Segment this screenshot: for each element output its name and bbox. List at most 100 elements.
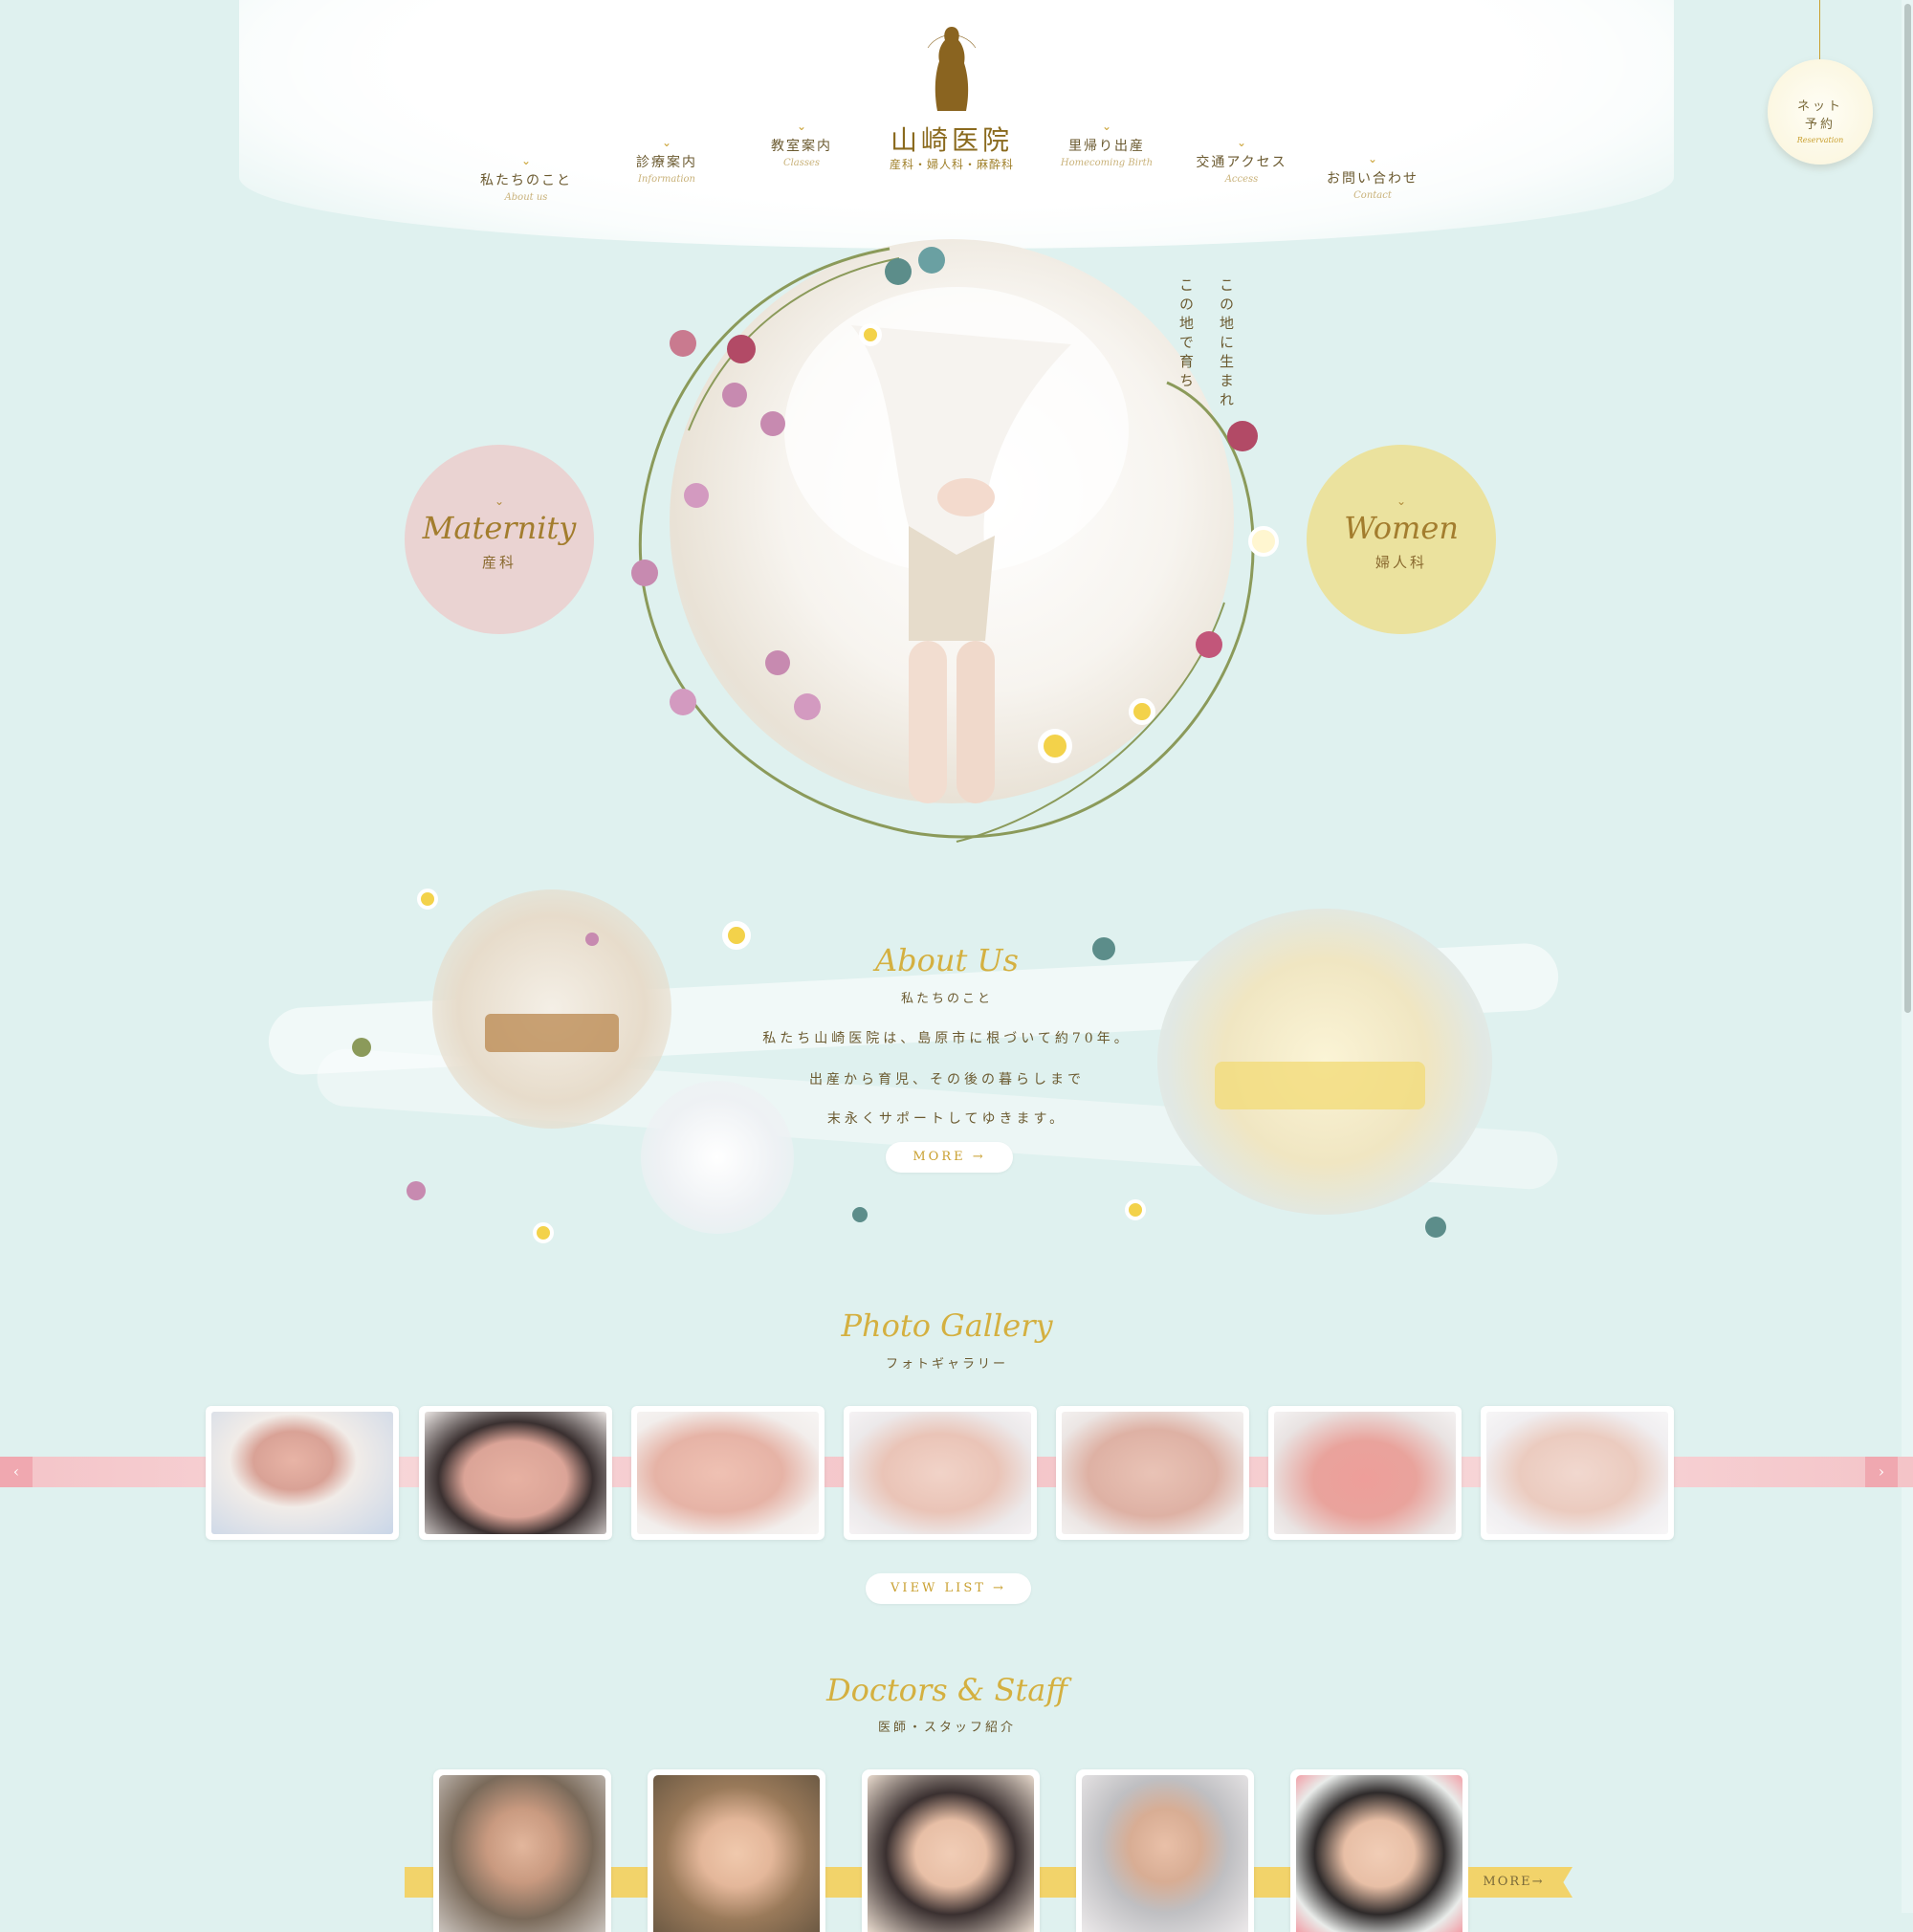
flower-icon: [765, 650, 790, 675]
gallery-photo[interactable]: [206, 1406, 399, 1540]
baby-photo: [1062, 1412, 1243, 1534]
gallery-photo[interactable]: [631, 1406, 825, 1540]
chevron-down-icon: ⌄: [1396, 494, 1407, 508]
gallery-photo[interactable]: [1056, 1406, 1249, 1540]
daisy-icon: [1038, 729, 1072, 763]
women-button[interactable]: ⌄ Women 婦人科: [1307, 445, 1496, 634]
flower-icon: [585, 933, 599, 946]
about-text-line-1: 私たち山崎医院は、島原市に根づいて約70年。: [762, 1031, 1132, 1046]
flower-icon: [1227, 421, 1258, 451]
daisy-icon: [1129, 698, 1155, 725]
nav-sublabel: Homecoming Birth: [1060, 158, 1154, 168]
scrollbar-thumb[interactable]: [1904, 4, 1911, 1013]
staff-photo: [868, 1775, 1034, 1932]
staff-card[interactable]: [862, 1769, 1040, 1932]
about-photo-consult: [641, 1081, 794, 1234]
reservation-label-en: Reservation: [1796, 136, 1844, 144]
scrollbar-track[interactable]: [1902, 0, 1913, 1913]
flower-icon: [794, 693, 821, 720]
nav-item-about[interactable]: ⌄ 私たちのこと About us: [454, 155, 598, 203]
flower-icon: [684, 483, 709, 508]
nav-item-homecoming[interactable]: ⌄ 里帰り出産 Homecoming Birth: [1035, 121, 1178, 168]
chevron-down-icon: ⌄: [520, 154, 532, 167]
view-list-button[interactable]: VIEW LIST →: [866, 1573, 1031, 1604]
staff-photo: [439, 1775, 605, 1932]
flower-icon: [852, 1207, 868, 1222]
chevron-down-icon: ⌄: [1367, 152, 1378, 165]
flower-icon: [1425, 1217, 1446, 1238]
maternity-label-en: Maternity: [422, 510, 577, 546]
flower-icon: [670, 689, 696, 715]
nav-sublabel: About us: [504, 192, 548, 203]
reservation-button[interactable]: ネット 予約 Reservation: [1768, 59, 1873, 165]
daisy-icon: [417, 889, 438, 910]
about-photo-lobby: [1157, 909, 1492, 1215]
maternity-button[interactable]: ⌄ Maternity 産科: [405, 445, 594, 634]
gallery-photo[interactable]: [1268, 1406, 1462, 1540]
nav-sublabel: Access: [1224, 174, 1259, 185]
about-title-jp: 私たちのこと: [900, 992, 993, 1006]
flower-icon: [885, 258, 912, 285]
flower-wreath-illustration: [638, 247, 1255, 843]
nav-item-information[interactable]: ⌄ 診療案内 Information: [595, 137, 738, 185]
staff-card[interactable]: [1290, 1769, 1468, 1932]
gallery-title-en: Photo Gallery: [841, 1307, 1053, 1344]
nav-label: 里帰り出産: [1068, 139, 1145, 154]
flower-icon: [722, 383, 747, 407]
staff-photo: [653, 1775, 820, 1932]
women-label-en: Women: [1344, 510, 1459, 546]
reservation-label-1: ネット: [1796, 99, 1843, 114]
flower-icon: [631, 560, 658, 586]
logo-mother-icon: [927, 27, 977, 111]
nav-sublabel: Contact: [1353, 190, 1392, 201]
logo-title[interactable]: 山崎医院: [866, 120, 1038, 158]
about-text-line-3: 末永くサポートしてゆきます。: [826, 1111, 1067, 1127]
flower-icon: [352, 1038, 371, 1057]
baby-photo: [1486, 1412, 1668, 1534]
staff-card[interactable]: [433, 1769, 611, 1932]
maternity-label-jp: 産科: [481, 554, 517, 571]
flower-icon: [918, 247, 945, 274]
nav-label: お問い合わせ: [1327, 171, 1418, 187]
lobby-seats-illustration: [1215, 1062, 1425, 1109]
nav-sublabel: Information: [637, 174, 695, 185]
logo[interactable]: [899, 19, 1004, 124]
chevron-down-icon: ⌄: [1101, 120, 1112, 133]
daisy-icon: [859, 323, 882, 346]
staff-photo: [1296, 1775, 1462, 1932]
gallery-title-jp: フォトギャラリー: [885, 1357, 1008, 1372]
baby-photo: [637, 1412, 819, 1534]
nav-label: 診療案内: [636, 155, 697, 170]
about-photo-room: [432, 889, 671, 1129]
daisy-icon: [533, 1222, 554, 1243]
chairs-illustration: [485, 1014, 619, 1052]
chevron-down-icon: ⌄: [494, 494, 505, 508]
daisy-icon: [1248, 526, 1279, 557]
baby-photo: [425, 1412, 606, 1534]
chevron-down-icon: ⌄: [1236, 136, 1247, 149]
about-more-button[interactable]: MORE →: [886, 1142, 1013, 1173]
gallery-next-arrow-icon[interactable]: ›: [1865, 1457, 1898, 1487]
flower-icon: [1092, 937, 1115, 960]
nav-label: 教室案内: [771, 139, 832, 154]
flower-icon: [727, 335, 756, 363]
gallery-photo[interactable]: [844, 1406, 1037, 1540]
nav-item-access[interactable]: ⌄ 交通アクセス Access: [1170, 137, 1313, 185]
daisy-icon: [722, 921, 751, 950]
nav-label: 交通アクセス: [1196, 155, 1287, 170]
about-title-en: About Us: [875, 942, 1019, 978]
nav-item-classes[interactable]: ⌄ 教室案内 Classes: [730, 121, 873, 168]
staff-more-button[interactable]: MORE→: [1468, 1867, 1559, 1898]
baby-photo: [1274, 1412, 1456, 1534]
staff-ribbon-end-right: [1557, 1867, 1572, 1898]
staff-card[interactable]: [648, 1769, 825, 1932]
gallery-prev-arrow-icon[interactable]: ‹: [0, 1457, 33, 1487]
baby-photo: [211, 1412, 393, 1534]
gallery-photo[interactable]: [1481, 1406, 1674, 1540]
women-label-jp: 婦人科: [1374, 554, 1427, 571]
flower-icon: [407, 1181, 426, 1200]
staff-card[interactable]: [1076, 1769, 1254, 1932]
nav-label: 私たちのこと: [480, 173, 572, 188]
gallery-photo[interactable]: [419, 1406, 612, 1540]
nav-item-contact[interactable]: ⌄ お問い合わせ Contact: [1301, 153, 1444, 201]
